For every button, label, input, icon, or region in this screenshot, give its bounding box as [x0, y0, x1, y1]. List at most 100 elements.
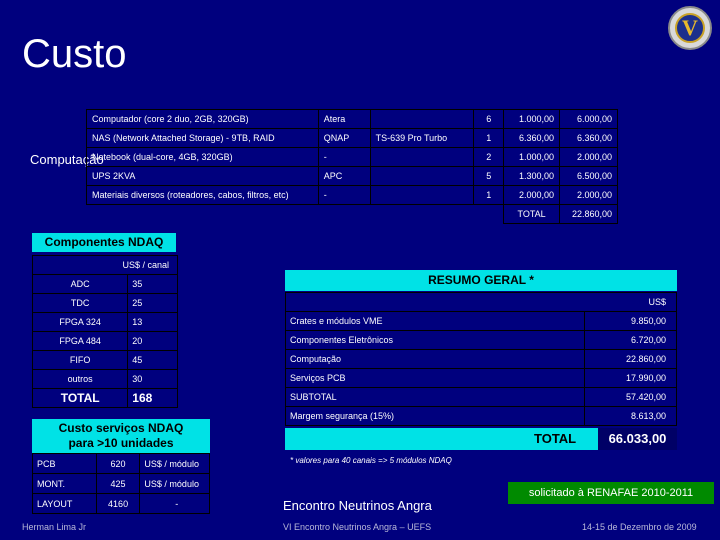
- computacao-model: TS-639 Pro Turbo: [369, 128, 475, 148]
- resumo-row: Computação 22.860,00: [284, 349, 677, 369]
- resumo-row: SUBTOTAL 57.420,00: [284, 387, 677, 407]
- computacao-qty: 5: [473, 166, 505, 186]
- componentes-name: outros: [31, 369, 129, 389]
- resumo-name: Crates e módulos VME: [284, 311, 586, 331]
- computacao-brand: QNAP: [317, 128, 371, 148]
- resumo-row: Margem segurança (15%) 8.613,00: [284, 406, 677, 426]
- resumo-table: US$ Crates e módulos VME 9.850,00 Component…: [284, 292, 677, 426]
- computacao-total-spacer: [87, 205, 474, 224]
- computacao-brand: APC: [317, 166, 371, 186]
- computacao-row: UPS 2KVA APC 5 1.300,00 6.500,00: [86, 166, 618, 186]
- computacao-total-row: TOTAL 22.860,00: [87, 204, 618, 224]
- resumo-value: 6.720,00: [584, 330, 677, 350]
- servicos-row: MONT. 425 US$ / módulo: [32, 473, 210, 494]
- componentes-row: FIFO 45: [31, 350, 178, 370]
- resumo-row: Serviços PCB 17.990,00: [284, 368, 677, 388]
- resumo-name: SUBTOTAL: [284, 387, 586, 407]
- computacao-total-label: TOTAL: [503, 204, 561, 224]
- componentes-ndaq-banner: Componentes NDAQ: [32, 233, 176, 252]
- computacao-row: NAS (Network Attached Storage) - 9TB, RA…: [86, 128, 618, 148]
- computacao-table: Computador (core 2 duo, 2GB, 320GB) Atera…: [86, 109, 618, 224]
- computacao-qty: 6: [473, 109, 505, 129]
- computacao-unit-price: 2.000,00: [503, 185, 561, 205]
- servicos-unit: -: [139, 493, 210, 514]
- computacao-item: NAS (Network Attached Storage) - 9TB, RA…: [86, 128, 319, 148]
- componentes-name: TDC: [31, 293, 129, 313]
- computacao-unit-price: 1.000,00: [503, 147, 561, 167]
- componentes-name: FIFO: [31, 350, 129, 370]
- servicos-name: MONT.: [32, 473, 97, 494]
- componentes-value: 20: [127, 331, 178, 351]
- componentes-row: TDC 25: [31, 293, 178, 313]
- computacao-model: [369, 185, 475, 205]
- componentes-value: 13: [127, 312, 178, 332]
- computacao-brand: Atera: [317, 109, 371, 129]
- computacao-line-total: 6.000,00: [559, 109, 618, 129]
- computacao-unit-price: 1.300,00: [503, 166, 561, 186]
- resumo-total-label: TOTAL: [534, 431, 577, 446]
- resumo-value: 17.990,00: [584, 368, 677, 388]
- footer-event: VI Encontro Neutrinos Angra – UEFS: [283, 522, 432, 532]
- computacao-unit-price: 1.000,00: [503, 109, 561, 129]
- logo: V: [668, 6, 712, 50]
- componentes-table: US$ / canal ADC 35 TDC 25 FPGA 324 13 FPGA 484 2…: [31, 255, 178, 408]
- footer-date: 14-15 de Dezembro de 2009: [582, 522, 697, 532]
- footer-author: Herman Lima Jr: [22, 522, 87, 532]
- computacao-model: [369, 147, 475, 167]
- computacao-row: Computador (core 2 duo, 2GB, 320GB) Atera…: [86, 109, 618, 129]
- page-title: Custo: [22, 32, 127, 76]
- computacao-qty: 1: [473, 128, 505, 148]
- componentes-name: FPGA 324: [31, 312, 129, 332]
- servicos-table: PCB 620 US$ / módulo MONT. 425 US$ / módulo LA…: [32, 453, 210, 514]
- computacao-line-total: 2.000,00: [559, 147, 618, 167]
- componentes-value: 45: [127, 350, 178, 370]
- resumo-footnote: * valores para 40 canais => 5 módulos ND…: [290, 456, 452, 465]
- servicos-title-line1: Custo serviços NDAQ: [58, 421, 184, 435]
- computacao-total-value: 22.860,00: [559, 204, 618, 224]
- computacao-line-total: 2.000,00: [559, 185, 618, 205]
- computacao-total-spacer: [474, 205, 504, 224]
- componentes-header-row: US$ / canal: [32, 255, 178, 275]
- servicos-unit: US$ / módulo: [139, 453, 210, 474]
- resumo-name: Componentes Eletrônicos: [284, 330, 586, 350]
- computacao-item: Materiais diversos (roteadores, cabos, f…: [86, 185, 319, 205]
- resumo-banner: RESUMO GERAL *: [285, 270, 677, 291]
- resumo-currency-row: US$: [285, 292, 677, 312]
- servicos-name: LAYOUT: [32, 493, 97, 514]
- resumo-total-value: 66.033,00: [598, 428, 677, 450]
- computacao-row: Materiais diversos (roteadores, cabos, f…: [86, 185, 618, 205]
- resumo-value: 9.850,00: [584, 311, 677, 331]
- componentes-row: FPGA 324 13: [31, 312, 178, 332]
- servicos-row: LAYOUT 4160-: [32, 493, 210, 514]
- componentes-total-row: TOTAL 168: [31, 388, 178, 408]
- componentes-header: US$ / canal: [32, 255, 178, 275]
- componentes-row: ADC 35: [31, 274, 178, 294]
- computacao-line-total: 6.500,00: [559, 166, 618, 186]
- servicos-title-line2: para >10 unidades: [68, 436, 174, 450]
- componentes-name: ADC: [31, 274, 129, 294]
- componentes-total-label: TOTAL: [31, 388, 129, 408]
- event-name: Encontro Neutrinos Angra: [283, 498, 432, 513]
- computacao-brand: -: [317, 185, 371, 205]
- componentes-name: FPGA 484: [31, 331, 129, 351]
- componentes-value: 30: [127, 369, 178, 389]
- resumo-name: Serviços PCB: [284, 368, 586, 388]
- computacao-brand: -: [317, 147, 371, 167]
- componentes-value: 35: [127, 274, 178, 294]
- componentes-value: 25: [127, 293, 178, 313]
- servicos-value: 620: [95, 453, 141, 474]
- resumo-row: Componentes Eletrônicos 6.720,00: [284, 330, 677, 350]
- resumo-name: Computação: [284, 349, 586, 369]
- computacao-item: Computador (core 2 duo, 2GB, 320GB): [86, 109, 319, 129]
- servicos-row: PCB 620 US$ / módulo: [32, 453, 210, 474]
- computacao-item: Notebook (dual-core, 4GB, 320GB): [86, 147, 319, 167]
- computacao-unit-price: 6.360,00: [503, 128, 561, 148]
- servicos-value: 4160: [95, 493, 141, 514]
- computacao-line-total: 6.360,00: [559, 128, 618, 148]
- componentes-row: outros 30: [31, 369, 178, 389]
- resumo-currency: US$: [285, 292, 677, 312]
- resumo-value: 57.420,00: [584, 387, 677, 407]
- resumo-value: 22.860,00: [584, 349, 677, 369]
- resumo-value: 8.613,00: [584, 406, 677, 426]
- componentes-total-value: 168: [127, 388, 178, 408]
